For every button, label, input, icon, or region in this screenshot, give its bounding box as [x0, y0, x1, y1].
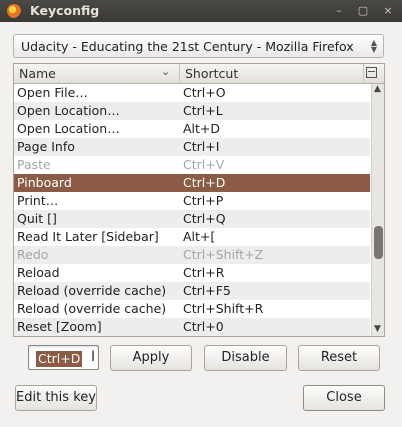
window-profile-select[interactable]: Udacity - Educating the 21st Century - M… [13, 34, 384, 58]
row-shortcut: Ctrl+Q [183, 211, 226, 226]
row-shortcut: Ctrl+R [183, 265, 225, 280]
list-rows: Open File… Ctrl+O Open Location… Ctrl+L Open… [14, 84, 370, 336]
row-command-name: Reload (override cache) [17, 283, 167, 298]
table-row[interactable]: Reload (override cache) Ctrl+Shift+R [14, 300, 370, 318]
key-input-value: Ctrl+D [35, 350, 84, 368]
row-shortcut: Ctrl+L [183, 103, 223, 118]
table-row[interactable]: Open Location… Alt+D [14, 120, 370, 138]
row-shortcut: Alt+[ [183, 229, 216, 244]
row-shortcut: Ctrl+I [183, 139, 220, 154]
shortcut-key-input[interactable]: Ctrl+D I [28, 345, 99, 370]
scroll-down-icon[interactable]: ▼ [374, 324, 381, 334]
row-command-name: Print… [17, 193, 59, 208]
sort-chevron-icon[interactable]: ⌄ [161, 65, 170, 78]
table-row[interactable]: Page Info Ctrl+I [14, 138, 370, 156]
row-command-name: Reload [17, 265, 60, 280]
vertical-scrollbar[interactable]: ▲ ▼ [371, 84, 384, 336]
row-command-name: Paste [17, 157, 51, 172]
text-cursor-icon: I [91, 349, 96, 365]
row-shortcut: Ctrl+O [183, 85, 226, 100]
row-shortcut: Ctrl+P [183, 193, 224, 208]
column-header-name[interactable]: Name [14, 64, 180, 83]
row-shortcut: Ctrl+Shift+Z [183, 247, 264, 262]
scroll-up-icon[interactable]: ▲ [374, 84, 381, 94]
row-command-name: Pinboard [17, 175, 72, 190]
shortcut-list[interactable]: Name ⌄ Shortcut Open File… Ctrl+O Open Loc… [13, 63, 385, 337]
select-arrows-icon: ▲ ▼ [370, 39, 377, 54]
table-row[interactable]: Redo Ctrl+Shift+Z [14, 246, 370, 264]
window-title: Keyconfig [30, 3, 100, 18]
firefox-icon [7, 4, 21, 18]
row-command-name: Redo [17, 247, 49, 262]
maximize-icon[interactable]: ▢ [355, 3, 371, 19]
edit-this-key-button[interactable]: Edit this key [15, 385, 97, 411]
table-row[interactable]: Open File… Ctrl+O [14, 84, 370, 102]
row-command-name: Open File… [17, 85, 88, 100]
reset-button[interactable]: Reset [298, 345, 380, 371]
column-shortcut-label: Shortcut [185, 66, 239, 81]
scrollbar-thumb[interactable] [374, 226, 383, 259]
table-row[interactable]: Pinboard Ctrl+D [14, 174, 370, 192]
row-shortcut: Ctrl+V [183, 157, 225, 172]
row-command-name: Reload (override cache) [17, 301, 167, 316]
row-shortcut: Ctrl+F5 [183, 283, 231, 298]
column-name-label: Name [19, 66, 56, 81]
table-row[interactable]: Reload Ctrl+R [14, 264, 370, 282]
table-row[interactable]: Print… Ctrl+P [14, 192, 370, 210]
table-row[interactable]: Reload (override cache) Ctrl+F5 [14, 282, 370, 300]
row-command-name: Page Info [17, 139, 75, 154]
close-button[interactable]: Close [303, 385, 385, 411]
list-header: Name ⌄ Shortcut [14, 64, 384, 84]
row-shortcut: Ctrl+Shift+R [183, 301, 264, 316]
row-command-name: Open Location… [17, 121, 120, 136]
row-shortcut: Ctrl+D [183, 175, 226, 190]
keyconfig-window: Keyconfig – ▢ × Udacity - Educating the … [0, 0, 402, 427]
column-picker-icon[interactable] [366, 67, 377, 78]
row-command-name: Open Location… [17, 103, 120, 118]
row-command-name: Reset [Zoom] [17, 319, 102, 334]
profile-select-value: Udacity - Educating the 21st Century - M… [21, 39, 354, 54]
close-window-icon[interactable]: × [380, 3, 396, 19]
title-bar[interactable]: Keyconfig – ▢ × [0, 0, 402, 22]
table-row[interactable]: Quit [] Ctrl+Q [14, 210, 370, 228]
row-command-name: Read It Later [Sidebar] [17, 229, 159, 244]
row-shortcut: Alt+D [183, 121, 221, 136]
row-shortcut: Ctrl+0 [183, 319, 224, 334]
disable-button[interactable]: Disable [204, 345, 287, 371]
minimize-icon[interactable]: – [331, 3, 347, 19]
table-row[interactable]: Paste Ctrl+V [14, 156, 370, 174]
row-command-name: Quit [] [17, 211, 57, 226]
table-row[interactable]: Reset [Zoom] Ctrl+0 [14, 318, 370, 336]
apply-button[interactable]: Apply [110, 345, 192, 371]
table-row[interactable]: Open Location… Ctrl+L [14, 102, 370, 120]
table-row[interactable]: Read It Later [Sidebar] Alt+[ [14, 228, 370, 246]
select-down-icon: ▼ [370, 45, 377, 54]
column-header-shortcut[interactable]: Shortcut [180, 64, 364, 83]
